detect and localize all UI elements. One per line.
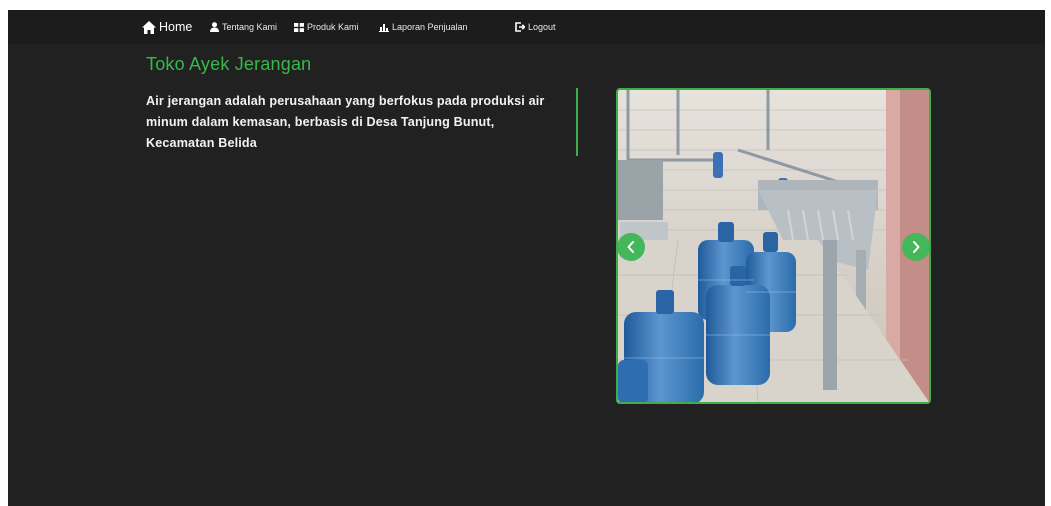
- bar-chart-icon: [379, 24, 389, 32]
- about-text: Air jerangan adalah perusahaan yang berf…: [146, 94, 545, 150]
- section-divider: [576, 88, 578, 156]
- page: Home Tentang Kami Produk Kami Laporan Pe…: [8, 10, 1045, 506]
- carousel-prev-button[interactable]: [618, 233, 645, 261]
- brand-title[interactable]: Toko Ayek Jerangan: [146, 54, 311, 75]
- image-carousel[interactable]: [616, 88, 931, 404]
- carousel-photo: [618, 90, 929, 402]
- nav-home[interactable]: Home: [142, 18, 192, 36]
- home-icon: [142, 20, 156, 34]
- nav-home-label: Home: [159, 20, 193, 34]
- nav-tentang-kami[interactable]: Tentang Kami: [210, 18, 277, 36]
- logout-icon: [515, 22, 525, 32]
- chevron-left-icon: [627, 241, 634, 253]
- carousel-next-button[interactable]: [902, 233, 929, 261]
- navbar: Home Tentang Kami Produk Kami Laporan Pe…: [8, 10, 1045, 44]
- nav-produk-kami-label: Produk Kami: [307, 22, 359, 32]
- nav-produk-kami[interactable]: Produk Kami: [294, 18, 359, 36]
- nav-logout[interactable]: Logout: [515, 18, 556, 36]
- nav-logout-label: Logout: [528, 22, 556, 32]
- user-icon: [210, 22, 219, 32]
- grid-icon: [294, 22, 304, 32]
- chevron-right-icon: [913, 241, 920, 253]
- nav-tentang-kami-label: Tentang Kami: [222, 22, 278, 32]
- nav-laporan-penjualan[interactable]: Laporan Penjualan: [379, 18, 468, 36]
- nav-laporan-penjualan-label: Laporan Penjualan: [392, 22, 468, 32]
